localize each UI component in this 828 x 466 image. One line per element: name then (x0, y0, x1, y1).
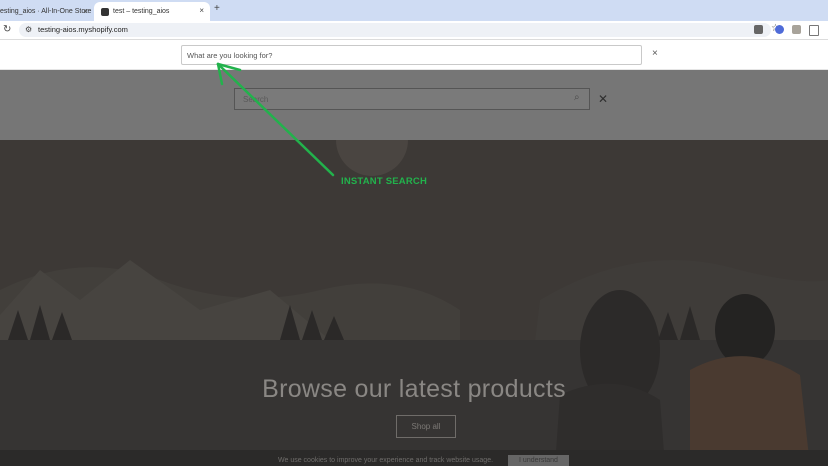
annotation-label: INSTANT SEARCH (341, 176, 428, 187)
annotation-arrow (216, 62, 335, 177)
